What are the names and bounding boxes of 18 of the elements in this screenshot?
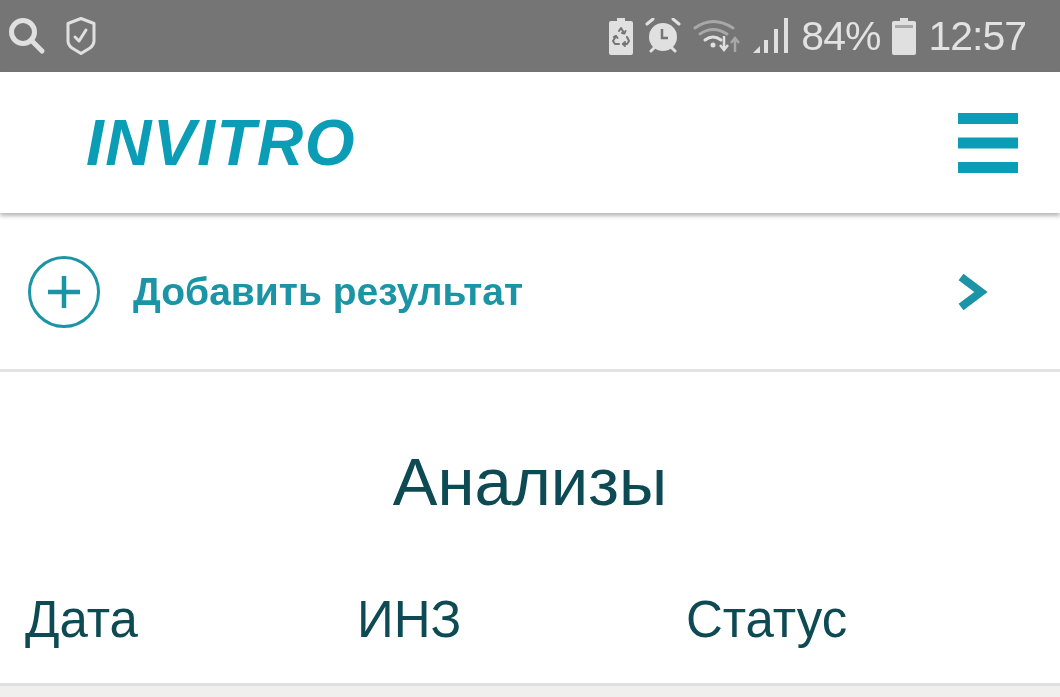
shield-check-icon <box>66 17 96 55</box>
logo[interactable]: INVITRO <box>86 109 357 176</box>
menu-icon[interactable] <box>958 112 1018 173</box>
battery-icon <box>892 17 917 55</box>
column-header: Статус <box>686 592 848 648</box>
clock-time: 12:57 <box>928 13 1026 59</box>
add-result-link[interactable]: Добавить результат <box>133 269 524 315</box>
alarm-clock-icon <box>645 18 682 54</box>
plus-circle-icon[interactable] <box>28 256 100 328</box>
chevron-right-icon[interactable] <box>956 273 988 311</box>
signal-icon <box>753 18 790 54</box>
search-icon <box>8 17 46 55</box>
battery-recycle-icon <box>609 17 634 55</box>
column-header: ИНЗ <box>357 592 462 648</box>
section-title: Анализы <box>392 444 668 520</box>
column-header: Дата <box>25 592 138 648</box>
wifi-icon <box>693 19 742 53</box>
battery-percent: 84% <box>801 13 881 59</box>
